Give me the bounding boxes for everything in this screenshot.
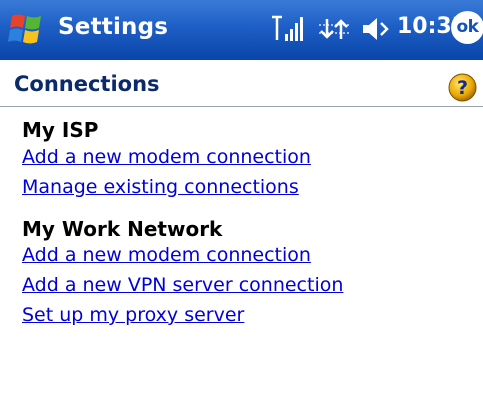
svg-text:?: ? <box>457 77 468 99</box>
page-title: Connections <box>14 72 160 96</box>
section-title-my-isp: My ISP <box>22 118 99 142</box>
signal-strength-icon[interactable] <box>270 14 304 44</box>
windows-flag-icon[interactable] <box>6 10 48 50</box>
ok-button[interactable]: ok <box>451 11 483 44</box>
link-work-add-vpn[interactable]: Add a new VPN server connection <box>22 274 343 296</box>
link-work-proxy-server[interactable]: Set up my proxy server <box>22 304 244 326</box>
link-isp-manage-connections[interactable]: Manage existing connections <box>22 176 299 198</box>
section-title-my-work-network: My Work Network <box>22 217 223 241</box>
connectivity-arrows-icon[interactable] <box>317 15 351 43</box>
app-title: Settings <box>58 14 169 40</box>
page-header: Connections <box>0 60 483 107</box>
link-work-add-modem[interactable]: Add a new modem connection <box>22 244 311 266</box>
title-bar: Settings 10:33 ok <box>0 0 483 61</box>
speaker-icon[interactable] <box>361 15 391 43</box>
help-question-icon[interactable]: ? <box>448 73 477 102</box>
link-isp-add-modem[interactable]: Add a new modem connection <box>22 146 311 168</box>
pocketpc-screen: Settings 10:33 ok Connections ? My ISP A… <box>0 0 483 415</box>
